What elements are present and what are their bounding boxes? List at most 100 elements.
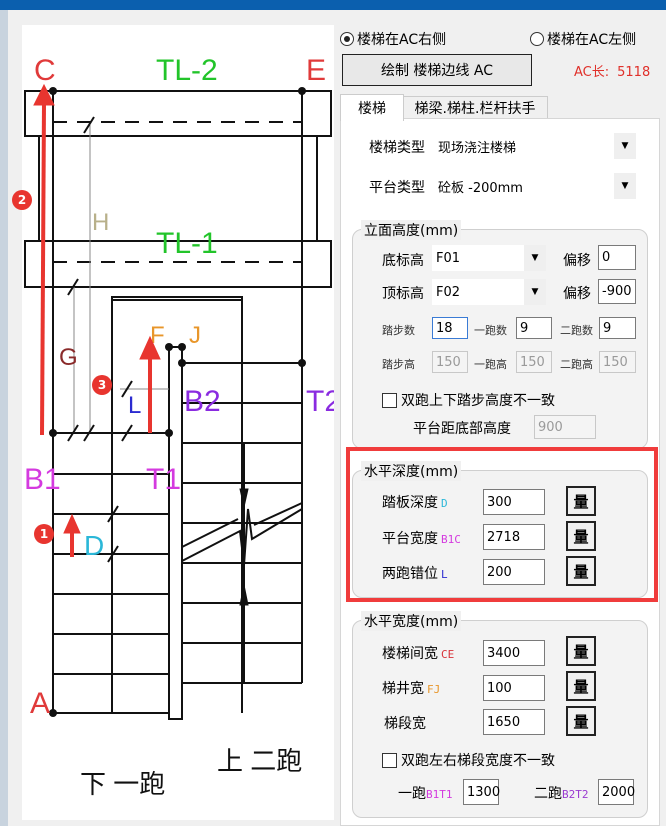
code-b1c: B1C [441, 533, 461, 546]
label-e: E [306, 54, 326, 87]
label-up-run2: 上 二跑 [217, 746, 302, 776]
stair-type-value: 现场浇注楼梯 [438, 140, 517, 156]
label-h: H [92, 209, 109, 236]
well-width-input[interactable]: 100 [483, 675, 545, 701]
run1-height-label: 一跑高 [474, 358, 507, 371]
platform-height-label: 平台距底部高度 [413, 421, 511, 437]
run1-height-input: 150 [516, 351, 552, 373]
stair-diagram-svg: C E TL-2 TL-1 H G F J L B2 T2 B1 T1 D A … [24, 54, 334, 799]
beam-tl2 [24, 90, 332, 137]
point-c [49, 87, 57, 95]
label-a: A [30, 687, 50, 720]
top-elevation-label: 顶标高 [382, 286, 424, 302]
point-a [49, 709, 57, 717]
inconsistent-step-height-checkbox[interactable]: 双跑上下踏步高度不一致 [382, 390, 555, 410]
checkbox-box [382, 392, 397, 408]
label-l: L [128, 392, 141, 419]
well-width-label: 梯井宽 FJ [382, 681, 441, 697]
ac-length-label: AC长: [574, 65, 610, 80]
platform-type-label: 平台类型 [369, 180, 425, 196]
checkbox-label: 双跑上下踏步高度不一致 [401, 393, 555, 409]
top-elevation-select[interactable]: F02 ▼ [432, 279, 546, 305]
run2-width-input[interactable]: 2000 [598, 779, 635, 805]
tab-beams-columns-rails[interactable]: 梯梁.梯柱.栏杆扶手 [402, 96, 548, 119]
step-count-label: 踏步数 [382, 324, 415, 337]
flight-width-input[interactable]: 1650 [483, 709, 545, 735]
measure-stairwell-width-button[interactable]: 量 [566, 636, 596, 666]
run1-count-input[interactable]: 9 [516, 317, 552, 339]
label-d: D [84, 530, 104, 561]
flight-width-label: 梯段宽 [384, 716, 426, 732]
stairwell-width-label: 楼梯间宽 CE [382, 646, 455, 662]
checkbox-box [382, 752, 397, 768]
measure-well-width-button[interactable]: 量 [566, 671, 596, 701]
run2-count-input[interactable]: 9 [599, 317, 636, 339]
run2-height-label: 二跑高 [560, 358, 593, 371]
platform-width-input[interactable]: 2718 [483, 524, 545, 550]
label-tl2: TL-2 [156, 54, 218, 87]
step-count-input[interactable]: 18 [432, 317, 468, 339]
top-offset-label: 偏移 [563, 286, 591, 302]
width-group-title: 水平宽度(mm) [361, 611, 462, 631]
chevron-down-icon: ▼ [524, 279, 546, 305]
run-offset-input[interactable]: 200 [483, 559, 545, 585]
bottom-elevation-value: F01 [436, 250, 461, 266]
label-t2: T2 [306, 385, 334, 418]
label-b2: B2 [184, 385, 221, 418]
code-b2t2: B2T2 [562, 788, 589, 801]
radio-label: 楼梯在AC左侧 [547, 32, 637, 48]
annotation-arrow-2 [40, 102, 46, 436]
label-c: C [34, 54, 56, 87]
tread-depth-label: 踏板深度 D [382, 495, 448, 511]
top-elevation-value: F02 [436, 284, 461, 300]
label-g: G [59, 344, 78, 371]
stairwell-width-input[interactable]: 3400 [483, 640, 545, 666]
platform-height-input: 900 [534, 415, 596, 439]
run-offset-label: 两跑错位 L [382, 566, 448, 582]
point-e [298, 87, 306, 95]
tread-depth-input[interactable]: 300 [483, 489, 545, 515]
ac-length-value: 5118 [617, 65, 651, 80]
bottom-elevation-select[interactable]: F01 ▼ [432, 245, 546, 271]
draw-ac-edge-button[interactable]: 绘制 楼梯边线 AC [342, 54, 532, 86]
point-b1 [49, 429, 57, 437]
well-top [111, 296, 243, 301]
chevron-down-icon: ▼ [614, 133, 636, 159]
elevation-group-title: 立面高度(mm) [361, 220, 462, 240]
handrail [168, 346, 183, 720]
code-l: L [441, 568, 448, 581]
measure-run-offset-button[interactable]: 量 [566, 556, 596, 586]
platform-type-select[interactable]: 砼板 -200mm ▼ [434, 173, 636, 199]
run1-width-input[interactable]: 1300 [463, 779, 500, 805]
stair-diagram: C E TL-2 TL-1 H G F J L B2 T2 B1 T1 D A … [22, 25, 334, 820]
platform-width-label: 平台宽度 B1C [382, 531, 461, 547]
chevron-down-icon: ▼ [614, 173, 636, 199]
code-d: D [441, 497, 448, 510]
bottom-offset-label: 偏移 [563, 253, 591, 269]
radio-stair-left-of-ac[interactable]: 楼梯在AC左侧 [530, 29, 636, 49]
annotation-badge-1: 1 [34, 524, 54, 544]
radio-stair-right-of-ac[interactable]: 楼梯在AC右侧 [340, 29, 446, 49]
point-f [165, 343, 173, 351]
label-down-run1: 下 一跑 [80, 769, 165, 799]
tab-stair[interactable]: 楼梯 [340, 94, 404, 121]
point-t2 [298, 359, 306, 367]
measure-flight-width-button[interactable]: 量 [566, 706, 596, 736]
point-t1 [165, 429, 173, 437]
bottom-elevation-label: 底标高 [382, 253, 424, 269]
inconsistent-flight-width-checkbox[interactable]: 双跑左右梯段宽度不一致 [382, 750, 555, 770]
label-b1: B1 [24, 463, 61, 496]
code-b1t1: B1T1 [426, 788, 453, 801]
measure-platform-width-button[interactable]: 量 [566, 521, 596, 551]
radio-label: 楼梯在AC右侧 [357, 32, 447, 48]
run2-count-label: 二跑数 [560, 324, 593, 337]
step-height-label: 踏步高 [382, 358, 415, 371]
bottom-offset-input[interactable]: 0 [598, 245, 636, 270]
point-b2 [178, 359, 186, 367]
run1-count-label: 一跑数 [474, 324, 507, 337]
stair-type-select[interactable]: 现场浇注楼梯 ▼ [434, 133, 636, 159]
depth-group-title: 水平深度(mm) [361, 461, 462, 481]
top-offset-input[interactable]: -900 [598, 279, 636, 304]
measure-tread-depth-button[interactable]: 量 [566, 486, 596, 516]
radio-indicator [340, 32, 354, 46]
